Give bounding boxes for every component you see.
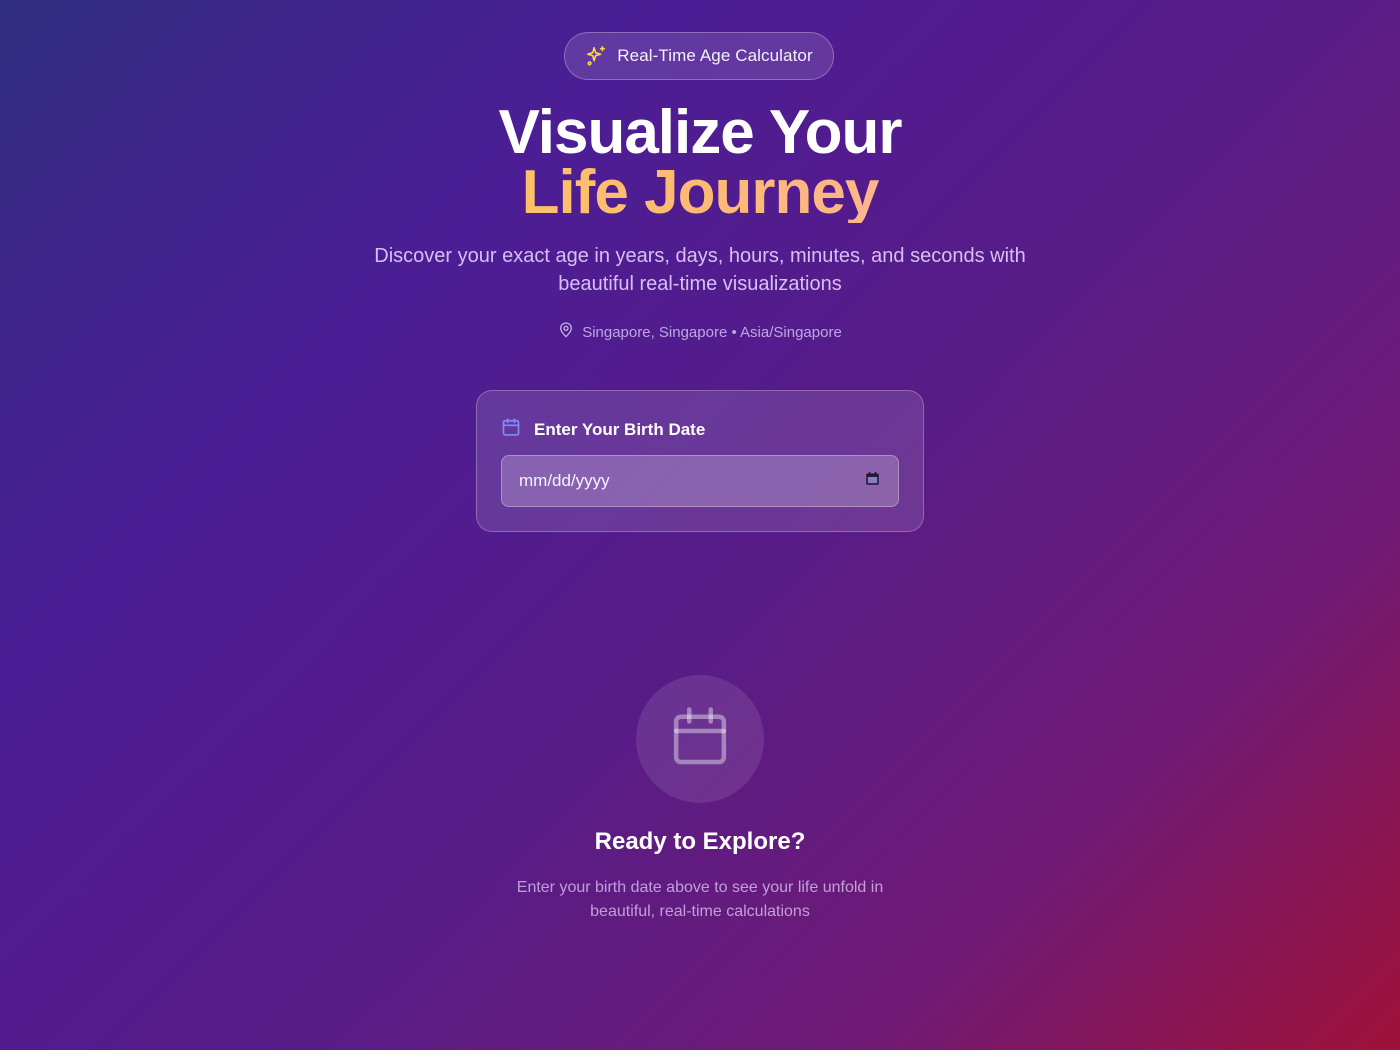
birth-date-placeholder[interactable]: mm/dd/yyyy bbox=[519, 471, 610, 491]
birth-date-card-title: Enter Your Birth Date bbox=[534, 419, 706, 439]
empty-state-icon-circle bbox=[636, 675, 764, 803]
calendar-icon bbox=[501, 417, 521, 442]
calendar-icon bbox=[671, 706, 729, 773]
birth-date-input[interactable]: mm/dd/yyyy bbox=[501, 455, 899, 507]
badge-label: Real-Time Age Calculator bbox=[617, 46, 813, 65]
age-calculator-page: Real-Time Age Calculator Visualize Your … bbox=[0, 0, 1400, 1050]
hero-title-line2: Life Journey bbox=[0, 162, 1400, 224]
calendar-picker-icon[interactable] bbox=[865, 471, 880, 491]
location-info: Singapore, Singapore • Asia/Singapore bbox=[0, 322, 1400, 342]
birth-date-card: Enter Your Birth Date mm/dd/yyyy bbox=[476, 390, 924, 532]
birth-date-card-header: Enter Your Birth Date bbox=[501, 417, 705, 442]
empty-state-description: Enter your birth date above to see your … bbox=[516, 879, 884, 920]
sparkles-icon bbox=[585, 45, 607, 67]
app-badge: Real-Time Age Calculator bbox=[564, 32, 834, 80]
map-pin-icon bbox=[558, 322, 574, 342]
hero-title-line1: Visualize Your bbox=[498, 98, 903, 167]
hero-title: Visualize Your Life Journey bbox=[0, 98, 1400, 224]
location-text: Singapore, Singapore • Asia/Singapore bbox=[582, 323, 842, 341]
hero-subtitle: Discover your exact age in years, days, … bbox=[374, 245, 1026, 295]
empty-state-title: Ready to Explore? bbox=[594, 828, 806, 855]
